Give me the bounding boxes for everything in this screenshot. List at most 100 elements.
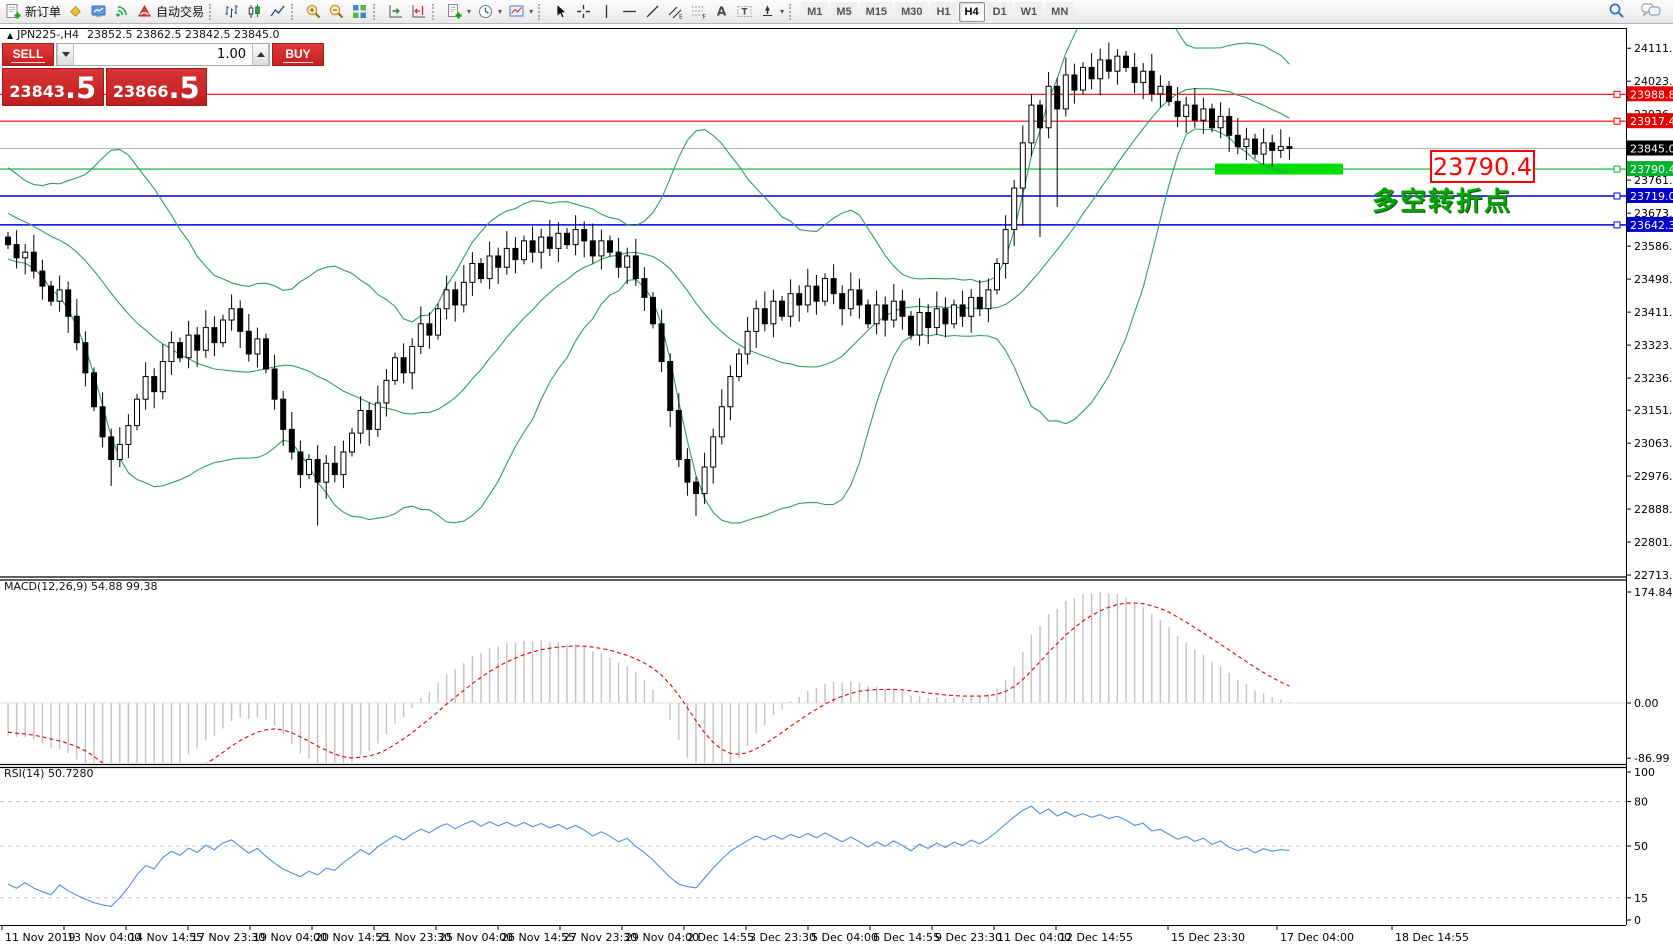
hline-handle[interactable] (1614, 91, 1620, 97)
timeframe-H1[interactable]: H1 (930, 2, 956, 22)
toolbar-button-cursor[interactable] (549, 1, 572, 22)
price-badge-label: 23790.4 (1630, 163, 1673, 176)
timeframe-M30[interactable]: M30 (895, 2, 928, 22)
symbol-ohlc: 23852.5 23862.5 23842.5 23845.0 (87, 28, 279, 41)
periods-icon (477, 3, 494, 20)
toolbar-button-autotrading[interactable]: 自动交易 (133, 1, 207, 22)
toolbar-button-horizontal-line[interactable] (618, 1, 641, 22)
autotrading-label: 自动交易 (156, 3, 204, 20)
cursor-icon (552, 3, 569, 20)
toolbar-button-text[interactable]: A (710, 1, 733, 22)
volume-decrease-button[interactable] (57, 44, 74, 65)
toolbar-button-terminal[interactable] (87, 1, 110, 22)
line-chart-icon (269, 3, 286, 20)
price-callout-box[interactable]: 23790.4 (1430, 150, 1535, 183)
hline-handle[interactable] (1614, 166, 1620, 172)
timeframe-M15[interactable]: M15 (860, 2, 893, 22)
toolbar-button-periods[interactable]: ▾ (474, 1, 505, 22)
toolbar-button-trendline[interactable] (641, 1, 664, 22)
turning-point-annotation: 多空转折点 (1372, 181, 1512, 218)
timeframe-toolbar: M1M5M15M30H1H4D1W1MN (800, 0, 1075, 24)
sell-price[interactable]: 23843.5 (2, 68, 104, 106)
toolbar-button-equidistant-channel[interactable]: E (664, 1, 687, 22)
price-tick-label: 23323.5 (1634, 339, 1673, 352)
toolbar-button-indicators[interactable]: ▾ (443, 1, 474, 22)
toolbar-right (1608, 0, 1661, 24)
rsi-tick-label: 0 (1634, 914, 1641, 927)
price-tick-label: 23586.0 (1634, 240, 1673, 253)
highlight-bar[interactable] (1215, 164, 1343, 175)
toolbar-button-metaeditor[interactable] (64, 1, 87, 22)
hline-handle[interactable] (1614, 222, 1620, 228)
timeframe-D1[interactable]: D1 (987, 2, 1013, 22)
templates-icon (508, 3, 525, 20)
hline-handle[interactable] (1614, 193, 1620, 199)
rsi-tick-label: 100 (1634, 766, 1655, 779)
buy-button[interactable]: BUY (272, 43, 324, 66)
toolbar-button-zoom-in[interactable] (302, 1, 325, 22)
toolbar-separator (373, 4, 382, 20)
time-tick-label: 17 Dec 04:00 (1280, 931, 1354, 944)
symbol-name: JPN225-,H4 (17, 28, 79, 41)
time-tick-label: 2 Dec 14:55 (687, 931, 754, 944)
price-axis[interactable]: 24111.024023.523936.023761.023673.523586… (1626, 42, 1673, 582)
toolbar-button-new-order[interactable]: 新订单 (2, 1, 64, 22)
sell-button[interactable]: SELL (2, 43, 54, 66)
toolbar-button-zoom-out[interactable] (325, 1, 348, 22)
timeframe-W1[interactable]: W1 (1015, 2, 1044, 22)
volume-increase-button[interactable] (252, 44, 269, 65)
timeframe-M1[interactable]: M1 (801, 2, 828, 22)
price-tick-label: 23498.5 (1634, 273, 1673, 286)
toolbar-group (384, 0, 430, 24)
toolbar-button-templates[interactable]: ▾ (505, 1, 536, 22)
rsi-tick-label: 15 (1634, 892, 1648, 905)
dropdown-caret-icon: ▾ (780, 7, 784, 16)
volume-input[interactable] (74, 44, 252, 65)
price-badge-label: 23917.4 (1630, 115, 1673, 128)
toolbar-button-fibonacci[interactable]: F (687, 1, 710, 22)
zoom-in-icon (305, 3, 322, 20)
chat-button[interactable] (1641, 2, 1661, 22)
rsi-axis: 1008050150 (1626, 766, 1655, 927)
timeframe-M5[interactable]: M5 (830, 2, 857, 22)
buy-price[interactable]: 23866.5 (106, 68, 208, 106)
time-tick-label: 11 Nov 2019 (5, 931, 75, 944)
toolbar-button-crosshair[interactable] (572, 1, 595, 22)
svg-text:A: A (717, 5, 727, 19)
time-axis[interactable]: 11 Nov 201913 Nov 04:0014 Nov 14:5517 No… (2, 926, 1469, 944)
volume-stepper (56, 43, 270, 66)
price-tick-label: 22976.0 (1634, 470, 1673, 483)
toolbar-button-text-label[interactable]: T (733, 1, 756, 22)
autotrading-icon (136, 3, 153, 20)
toolbar-button-vertical-line[interactable] (595, 1, 618, 22)
price-tick-label: 24023.5 (1634, 75, 1673, 88)
price-badge-label: 23719.0 (1630, 190, 1673, 203)
toolbar-button-chart-shift[interactable] (407, 1, 430, 22)
time-tick-label: 5 Dec 04:00 (811, 931, 878, 944)
toolbar-button-bar-chart[interactable] (220, 1, 243, 22)
search-button[interactable] (1608, 2, 1625, 23)
price-badge-label: 23988.8 (1630, 88, 1673, 101)
toolbar-button-tile-windows[interactable] (348, 1, 371, 22)
toolbar-button-auto-scroll[interactable] (384, 1, 407, 22)
toolbar-group: 新订单 自动交易 (2, 0, 207, 24)
zoom-out-icon (328, 3, 345, 20)
timeframe-MN[interactable]: MN (1045, 2, 1074, 22)
toolbar-button-line-chart[interactable] (266, 1, 289, 22)
toolbar-button-signals[interactable] (110, 1, 133, 22)
price-tick-label: 23761.0 (1634, 174, 1673, 187)
triangle-down-icon (62, 52, 70, 57)
chat-icon (1641, 2, 1661, 18)
chart-area[interactable]: 24111.024023.523936.023761.023673.523586… (0, 0, 1673, 946)
new-order-icon (5, 3, 22, 20)
toolbar-button-arrows[interactable]: ▾ (756, 1, 787, 22)
toolbar-button-candlestick-chart[interactable] (243, 1, 266, 22)
timeframe-H4[interactable]: H4 (959, 2, 985, 22)
arrows-icon (759, 3, 776, 20)
toolbar-separator (432, 4, 441, 20)
macd-tick-label: 0.00 (1634, 697, 1659, 710)
symbol-title: ▲JPN225-,H423852.5 23862.5 23842.5 23845… (7, 28, 279, 41)
terminal-icon (90, 3, 107, 20)
price-badge-label: 23845.0 (1630, 143, 1673, 156)
hline-handle[interactable] (1614, 118, 1620, 124)
